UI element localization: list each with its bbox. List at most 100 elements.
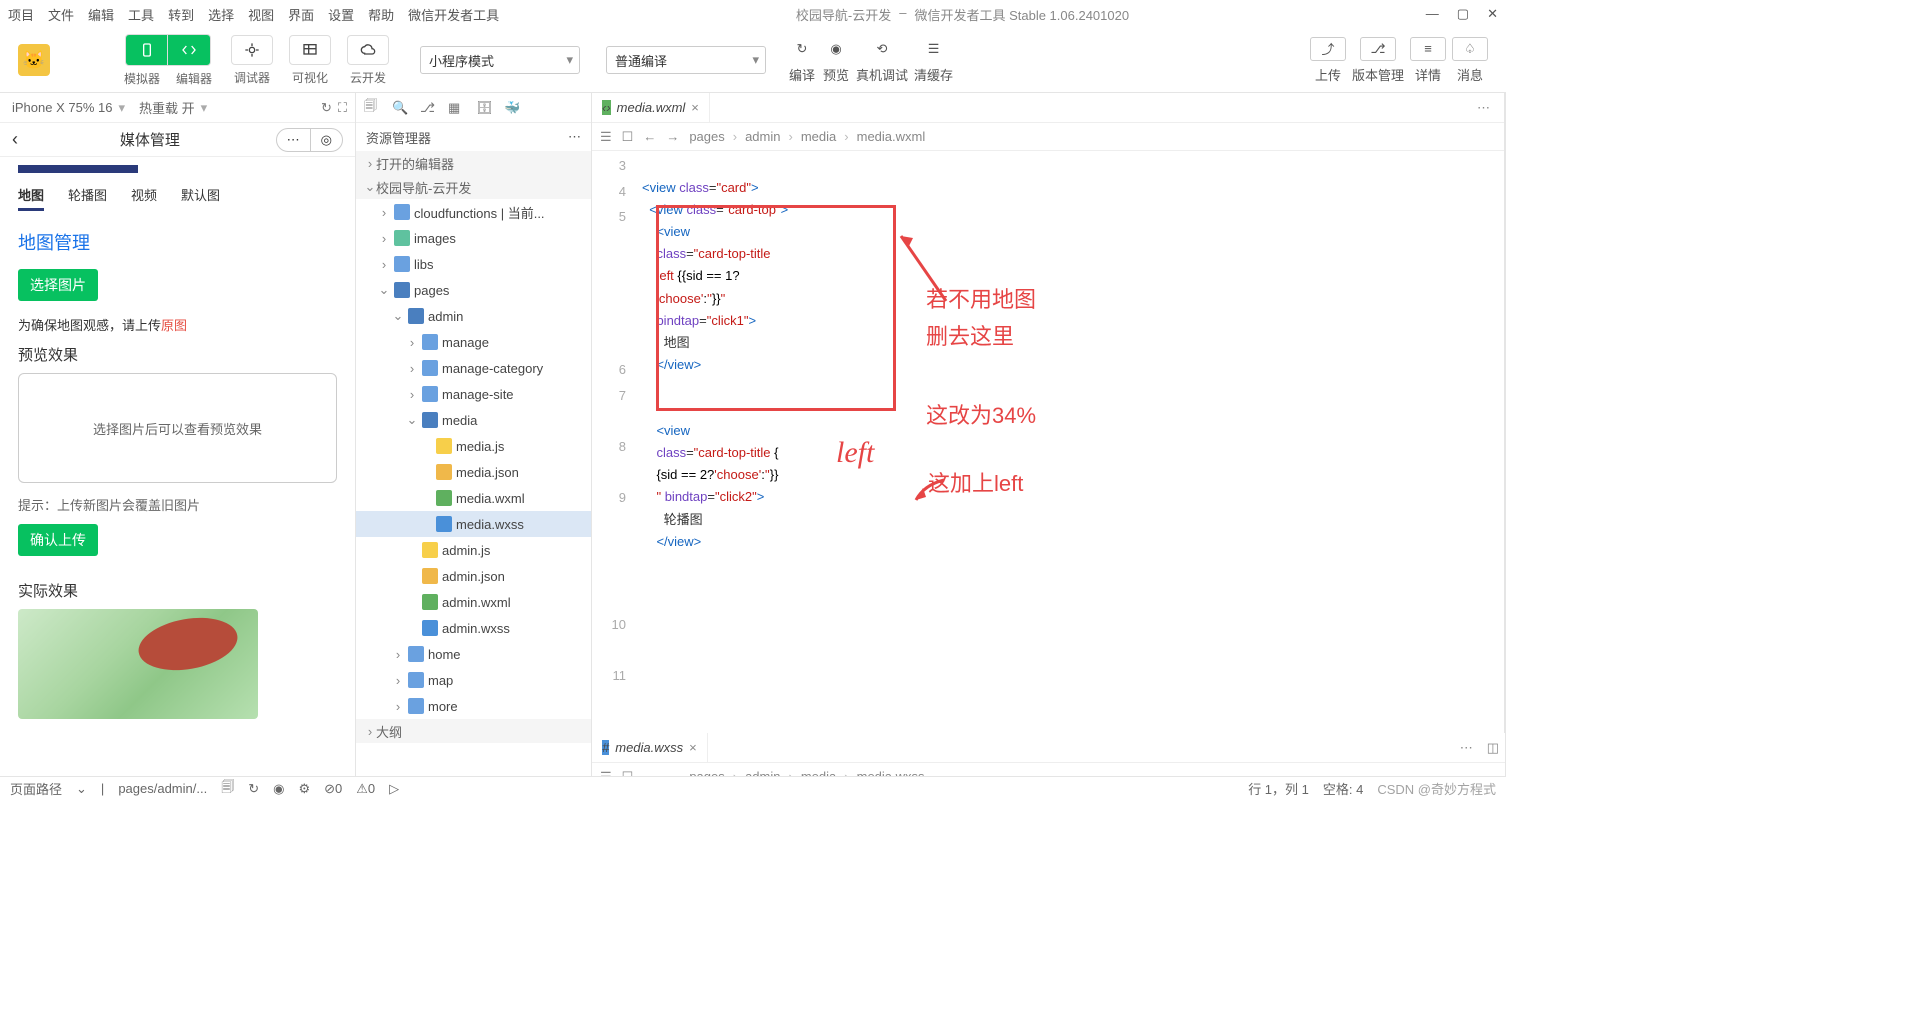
tree-item[interactable]: admin.wxml bbox=[356, 589, 591, 615]
compile-select[interactable]: 普通编译 bbox=[606, 46, 766, 74]
confirm-upload-button[interactable]: 确认上传 bbox=[18, 524, 98, 556]
tree-item[interactable]: ›manage bbox=[356, 329, 591, 355]
breadcrumb[interactable]: pagesadminmediamedia.wxss bbox=[689, 769, 924, 776]
editor-toggle[interactable] bbox=[168, 35, 210, 65]
more-icon[interactable]: ⋯ bbox=[568, 129, 581, 145]
tree-item[interactable]: admin.js bbox=[356, 537, 591, 563]
menu-item[interactable]: 视图 bbox=[248, 5, 274, 24]
ext-icon[interactable]: ▦ bbox=[448, 100, 466, 116]
sim-expand-icon[interactable]: ⛶ bbox=[338, 100, 347, 116]
real-debug-button[interactable]: ⟲真机调试 bbox=[856, 37, 908, 84]
tree-item[interactable]: ›more bbox=[356, 693, 591, 719]
page-path-value[interactable]: pages/admin/... bbox=[118, 781, 207, 796]
compile-button[interactable]: ↻编译 bbox=[788, 37, 816, 84]
mode-select[interactable]: 小程序模式 bbox=[420, 46, 580, 74]
capsule-button[interactable]: ⋯◎ bbox=[276, 128, 343, 152]
upload-button[interactable]: ⤴上传 bbox=[1310, 37, 1346, 84]
nav-back-icon[interactable]: ← bbox=[643, 129, 656, 144]
close-tab-icon[interactable]: × bbox=[689, 740, 697, 755]
tree-item[interactable]: media.wxss bbox=[356, 511, 591, 537]
capsule-close-icon[interactable]: ◎ bbox=[311, 129, 342, 151]
stat-icon[interactable]: ▷ bbox=[389, 781, 399, 797]
tab-overflow-icon[interactable]: ⋯ bbox=[1454, 740, 1481, 756]
cloud-toggle[interactable] bbox=[347, 35, 389, 65]
list-icon[interactable]: ☰ bbox=[600, 769, 612, 776]
tree-item[interactable]: admin.wxss bbox=[356, 615, 591, 641]
tree-item[interactable]: media.json bbox=[356, 459, 591, 485]
nav-fwd-icon[interactable]: → bbox=[666, 129, 679, 144]
tree-item[interactable]: ›manage-site bbox=[356, 381, 591, 407]
sim-refresh-icon[interactable]: ↻ bbox=[321, 100, 332, 116]
tree-item[interactable]: ⌄media bbox=[356, 407, 591, 433]
search-icon[interactable]: 🔍 bbox=[392, 100, 410, 116]
menu-item[interactable]: 选择 bbox=[208, 5, 234, 24]
tab-overflow-icon[interactable]: ⋯ bbox=[1471, 100, 1498, 116]
hotreload-select[interactable]: 热重载 开 bbox=[135, 96, 211, 119]
tree-item[interactable]: ⌄pages bbox=[356, 277, 591, 303]
branch-icon[interactable]: ⎇ bbox=[420, 100, 438, 116]
tree-item[interactable]: media.wxml bbox=[356, 485, 591, 511]
capsule-menu-icon[interactable]: ⋯ bbox=[277, 129, 311, 151]
media-tab[interactable]: 视频 bbox=[131, 185, 157, 211]
split-icon[interactable]: ◫ bbox=[1487, 740, 1499, 756]
page-path-label[interactable]: 页面路径 bbox=[10, 779, 62, 798]
stat-icon[interactable]: ↻ bbox=[248, 781, 259, 797]
cursor-pos[interactable]: 行 1，列 1 bbox=[1248, 779, 1309, 798]
list-icon[interactable]: ☰ bbox=[600, 129, 612, 145]
version-button[interactable]: ⎇版本管理 bbox=[1352, 37, 1404, 84]
nav-fwd-icon[interactable]: → bbox=[666, 769, 679, 776]
stat-icon[interactable]: ⚠0 bbox=[356, 781, 375, 797]
bookmark-icon[interactable]: ☐ bbox=[622, 769, 634, 776]
tab-media-wxss[interactable]: # media.wxss × bbox=[592, 733, 708, 762]
menu-item[interactable]: 编辑 bbox=[88, 5, 114, 24]
device-select[interactable]: iPhone X 75% 16 bbox=[8, 98, 129, 118]
tree-item[interactable]: ›manage-category bbox=[356, 355, 591, 381]
docker-icon[interactable]: 🐳 bbox=[504, 100, 522, 116]
detail-button[interactable]: ≡详情 bbox=[1410, 37, 1446, 84]
code-content[interactable]: <view class="card"> <view class="card-to… bbox=[636, 151, 1504, 733]
nav-back-icon[interactable]: ← bbox=[643, 769, 656, 776]
tree-item[interactable]: media.js bbox=[356, 433, 591, 459]
db-icon[interactable]: 🗄 bbox=[476, 100, 494, 116]
maximize-icon[interactable]: ▢ bbox=[1457, 6, 1469, 22]
close-tab-icon[interactable]: × bbox=[691, 100, 699, 115]
files-icon[interactable]: 🗐 bbox=[364, 97, 382, 119]
open-editors-section[interactable]: ›打开的编辑器 bbox=[356, 151, 591, 175]
debugger-toggle[interactable] bbox=[231, 35, 273, 65]
stat-icon[interactable]: 🗐 bbox=[221, 778, 234, 800]
tab-media-wxml[interactable]: ‹› media.wxml × bbox=[592, 93, 710, 122]
breadcrumb[interactable]: pagesadminmediamedia.wxml bbox=[689, 129, 925, 144]
stat-icon[interactable]: ⚙ bbox=[298, 781, 310, 797]
stat-icon[interactable]: ◉ bbox=[273, 781, 284, 797]
outline-section[interactable]: ›大纲 bbox=[356, 719, 591, 743]
menu-item[interactable]: 帮助 bbox=[368, 5, 394, 24]
bookmark-icon[interactable]: ☐ bbox=[622, 129, 634, 145]
menu-item[interactable]: 工具 bbox=[128, 5, 154, 24]
tree-item[interactable]: ›cloudfunctions | 当前... bbox=[356, 199, 591, 225]
simulator-toggle[interactable] bbox=[126, 35, 168, 65]
visual-toggle[interactable] bbox=[289, 35, 331, 65]
media-tab[interactable]: 默认图 bbox=[181, 185, 220, 211]
menu-item[interactable]: 微信开发者工具 bbox=[408, 5, 499, 24]
menu-item[interactable]: 文件 bbox=[48, 5, 74, 24]
menu-item[interactable]: 设置 bbox=[328, 5, 354, 24]
tree-item[interactable]: ›map bbox=[356, 667, 591, 693]
tree-item[interactable]: ›images bbox=[356, 225, 591, 251]
menu-item[interactable]: 项目 bbox=[8, 5, 34, 24]
stat-icon[interactable]: ⊘0 bbox=[324, 781, 342, 797]
tree-item[interactable]: ›libs bbox=[356, 251, 591, 277]
close-icon[interactable]: ✕ bbox=[1487, 6, 1498, 22]
media-tab[interactable]: 地图 bbox=[18, 185, 44, 211]
minimize-icon[interactable]: — bbox=[1426, 6, 1439, 22]
menu-item[interactable]: 转到 bbox=[168, 5, 194, 24]
choose-image-button[interactable]: 选择图片 bbox=[18, 269, 98, 301]
indent-info[interactable]: 空格: 4 bbox=[1323, 779, 1363, 798]
menu-item[interactable]: 界面 bbox=[288, 5, 314, 24]
back-icon[interactable] bbox=[12, 129, 24, 150]
preview-button[interactable]: ◉预览 bbox=[822, 37, 850, 84]
clear-cache-button[interactable]: ☰清缓存 bbox=[914, 37, 953, 84]
tree-item[interactable]: admin.json bbox=[356, 563, 591, 589]
media-tab[interactable]: 轮播图 bbox=[68, 185, 107, 211]
message-button[interactable]: ♤消息 bbox=[1452, 37, 1488, 84]
tree-item[interactable]: ›home bbox=[356, 641, 591, 667]
